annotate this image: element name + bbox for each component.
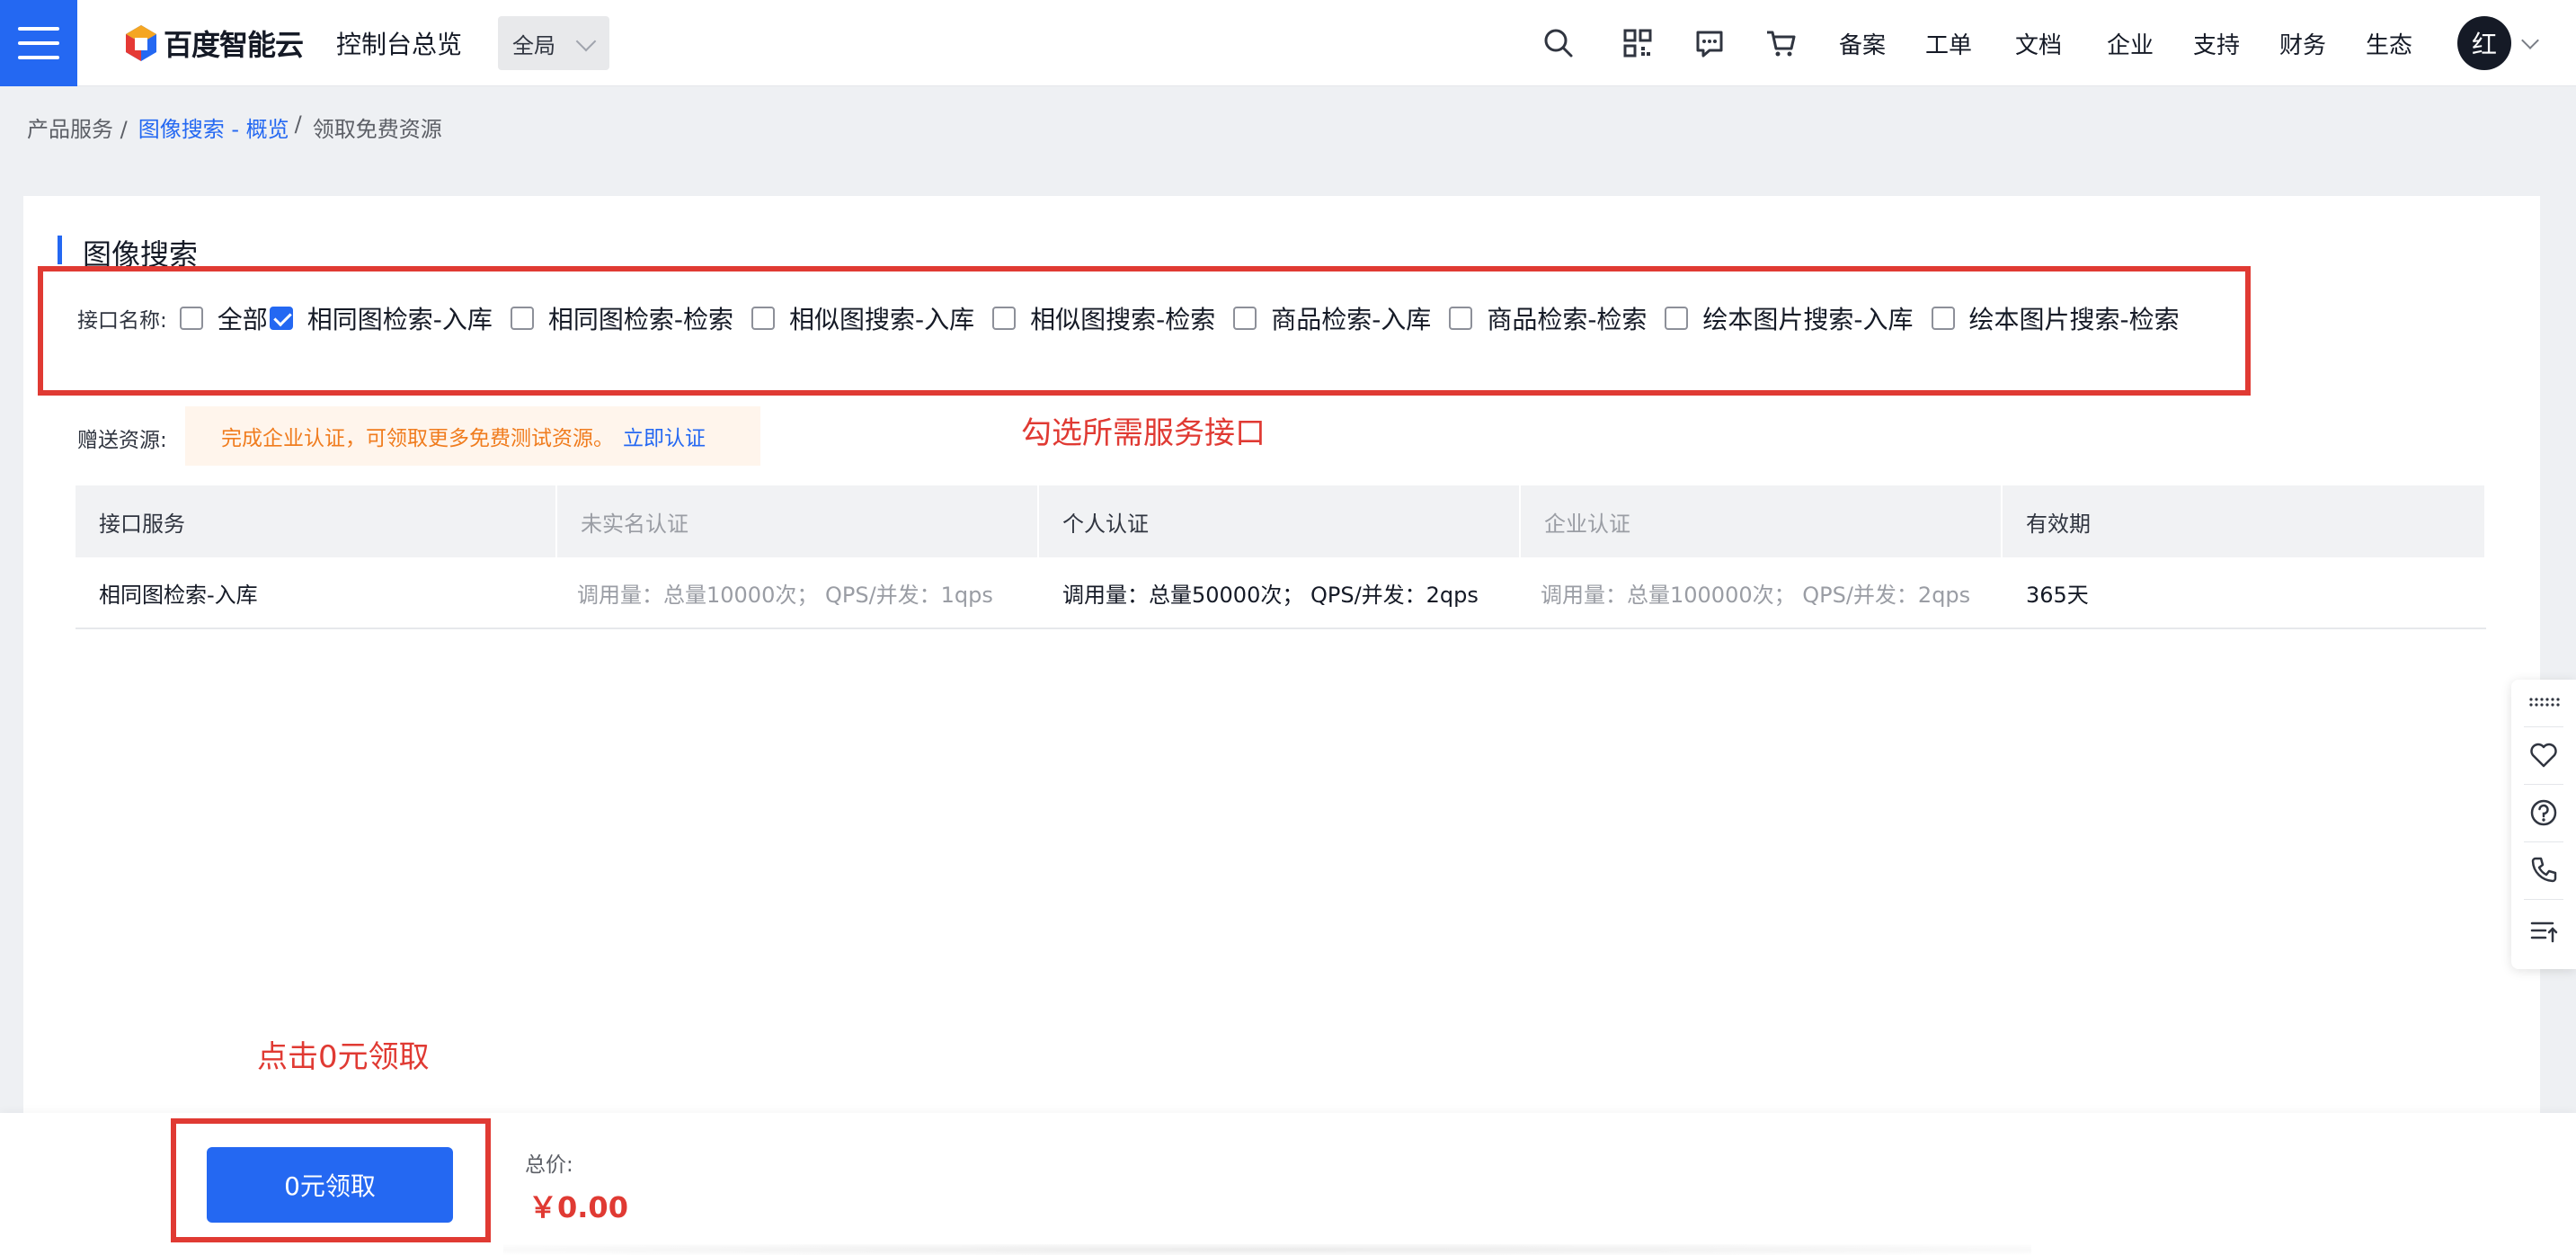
search-icon[interactable]: [1541, 25, 1577, 61]
cart-icon[interactable]: [1763, 25, 1799, 61]
scope-select[interactable]: 全局: [498, 16, 609, 70]
divider: [2524, 899, 2563, 900]
nav-beian[interactable]: 备案: [1839, 27, 1886, 60]
annotation-select-hint: 勾选所需服务接口: [1021, 415, 1266, 451]
chevron-down-icon: [575, 31, 597, 52]
chevron-down-icon[interactable]: [2521, 31, 2539, 49]
header-personal: 个人认证: [1039, 485, 1521, 557]
heart-icon[interactable]: [2527, 739, 2560, 771]
console-title[interactable]: 控制台总览: [336, 25, 462, 61]
gift-notice-text: 完成企业认证，可领取更多免费测试资源。: [221, 427, 614, 450]
bottom-shadow: [503, 1244, 2031, 1255]
header-enterprise: 企业认证: [1521, 485, 2003, 557]
nav-support[interactable]: 支持: [2193, 27, 2240, 60]
header-validity: 有效期: [2003, 485, 2486, 557]
phone-icon[interactable]: [2527, 854, 2560, 886]
cell-personal: 调用量：总量50000次； QPS/并发：2qps: [1062, 582, 1479, 608]
cell-validity: 365天: [2026, 582, 2089, 608]
menu-icon[interactable]: [0, 0, 77, 86]
divider: [2524, 841, 2563, 842]
breadcrumb-image-search[interactable]: 图像搜索 - 概览: [138, 111, 289, 143]
drag-handle-icon[interactable]: [2527, 687, 2560, 719]
total-price: ￥0.00: [529, 1190, 628, 1224]
qrcode-icon[interactable]: [1620, 25, 1656, 61]
nav-finance[interactable]: 财务: [2279, 27, 2326, 60]
side-toolbar: [2511, 680, 2576, 969]
cell-service: 相同图检索-入库: [99, 582, 258, 608]
divider: [2524, 726, 2563, 727]
nav-ticket[interactable]: 工单: [1925, 27, 1972, 60]
breadcrumb: 产品服务 / 图像搜索 - 概览 / 领取免费资源: [27, 111, 442, 143]
breadcrumb-current: 领取免费资源: [312, 117, 442, 142]
gift-notice: 完成企业认证，可领取更多免费测试资源。 立即认证: [185, 406, 760, 466]
header-unverified: 未实名认证: [557, 485, 1039, 557]
claim-free-button[interactable]: 0元领取: [207, 1147, 453, 1223]
list-up-icon[interactable]: [2527, 915, 2560, 948]
breadcrumb-products: 产品服务 /: [27, 117, 128, 142]
header-service: 接口服务: [76, 485, 557, 557]
baidu-cloud-logo-icon: [122, 23, 160, 63]
nav-enterprise[interactable]: 企业: [2107, 27, 2154, 60]
annotation-box-interfaces: [38, 266, 2251, 396]
cell-enterprise: 调用量：总量100000次； QPS/并发：2qps: [1541, 582, 1971, 608]
logo[interactable]: 百度智能云: [122, 22, 304, 65]
avatar[interactable]: 红: [2457, 16, 2511, 70]
nav-ecosystem[interactable]: 生态: [2366, 27, 2412, 60]
annotation-claim-hint: 点击0元领取: [257, 1039, 430, 1075]
gift-label: 赠送资源:: [77, 429, 167, 452]
total-label: 总价:: [525, 1153, 573, 1177]
logo-text: 百度智能云: [164, 28, 304, 62]
cell-unverified: 调用量：总量10000次； QPS/并发：1qps: [577, 582, 993, 608]
quota-table: 接口服务 未实名认证 个人认证 企业认证 有效期 相同图检索-入库 调用量：总量…: [76, 485, 2486, 629]
scope-value: 全局: [512, 32, 555, 58]
help-icon[interactable]: [2527, 797, 2560, 829]
verify-now-link[interactable]: 立即认证: [623, 421, 706, 451]
breadcrumb-separator: /: [294, 111, 302, 137]
table-header: 接口服务 未实名认证 个人认证 企业认证 有效期: [76, 485, 2486, 557]
message-icon[interactable]: [1692, 25, 1728, 61]
table-row: 相同图检索-入库 调用量：总量10000次； QPS/并发：1qps 调用量：总…: [76, 557, 2486, 629]
divider: [2524, 784, 2563, 785]
nav-docs[interactable]: 文档: [2015, 27, 2062, 60]
top-bar: 百度智能云 控制台总览 全局 备案 工单 文档 企业 支持 财务 生态 红: [0, 0, 2576, 86]
